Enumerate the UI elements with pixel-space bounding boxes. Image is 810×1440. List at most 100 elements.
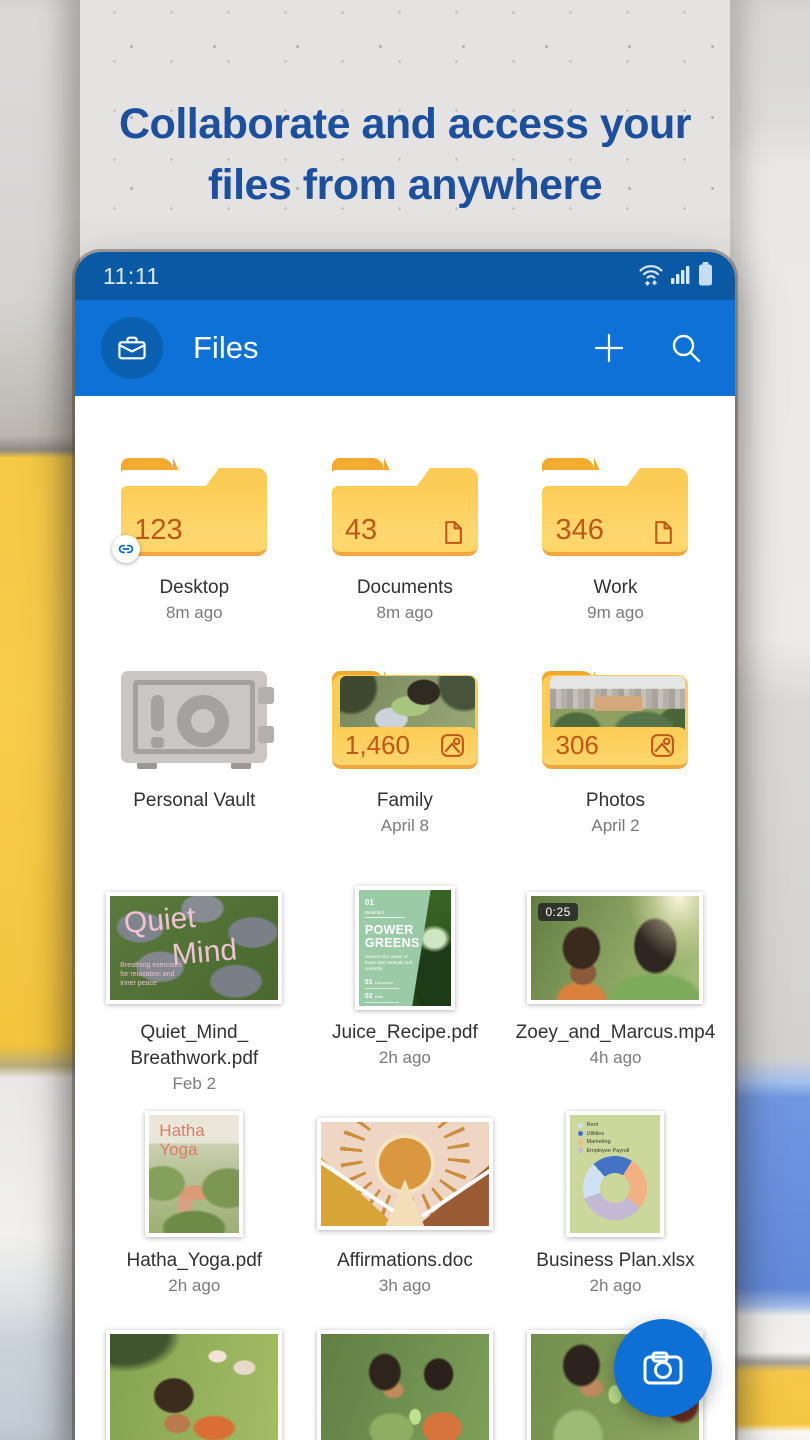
folder-item-count: 123 <box>134 514 182 547</box>
photo-tile[interactable] <box>300 1330 511 1440</box>
search-icon <box>669 331 703 365</box>
folder-item-count: 1,460 <box>345 730 410 761</box>
phone-screen: 11:11 <box>75 252 735 1440</box>
item-meta: April 8 <box>381 814 429 838</box>
item-name: Family <box>377 788 433 814</box>
hero-section: Collaborate and access your files from an… <box>0 94 810 216</box>
background-left-strip <box>0 0 80 1440</box>
search-button[interactable] <box>663 325 709 371</box>
photo-thumbnail <box>317 1330 493 1440</box>
document-icon <box>439 519 466 546</box>
item-meta: 3h ago <box>379 1274 431 1298</box>
family-folder-photo <box>340 676 475 734</box>
status-time: 11:11 <box>103 263 160 290</box>
file-tile-quiet-mind[interactable]: Quiet Mind Breathing exercises for relax… <box>89 886 300 1096</box>
camera-fab-button[interactable] <box>614 1319 712 1417</box>
folder-icon: 43 <box>332 458 478 556</box>
item-meta: 8m ago <box>166 601 223 625</box>
folder-tile-family[interactable]: 1,460 Family April 8 <box>300 671 511 838</box>
folder-item-count: 346 <box>555 514 603 547</box>
hero-headline: Collaborate and access your files from an… <box>0 94 810 216</box>
item-name: Juice_Recipe.pdf <box>332 1020 478 1046</box>
file-thumbnail <box>317 1118 493 1230</box>
thumb-text: HathaYoga <box>159 1121 204 1159</box>
item-name: Documents <box>357 575 453 601</box>
photo-folder-icon: 306 <box>542 671 688 769</box>
thumb-text: POWERGREENS <box>365 924 445 950</box>
file-thumbnail: HathaYoga <box>145 1111 243 1237</box>
item-name: Desktop <box>159 575 229 601</box>
hero-headline-line1: Collaborate and access your <box>119 100 691 148</box>
account-button[interactable] <box>101 317 163 379</box>
item-name: Personal Vault <box>133 788 255 814</box>
item-name: Affirmations.doc <box>337 1248 473 1274</box>
folder-item-count: 43 <box>345 514 377 547</box>
file-thumbnail: Quiet Mind Breathing exercises for relax… <box>106 892 282 1004</box>
document-icon <box>649 519 676 546</box>
folder-tile-photos[interactable]: 306 Photos April 2 <box>510 671 721 838</box>
plus-icon <box>591 330 627 366</box>
item-meta: 9m ago <box>587 601 644 625</box>
thumb-text: Breathing exercises for relaxation and i… <box>120 961 182 988</box>
legend-item: Employee Payroll <box>578 1148 652 1154</box>
thumb-text: 02Kale <box>365 993 399 1003</box>
link-icon <box>117 540 135 558</box>
folder-item-count: 306 <box>555 730 598 761</box>
image-icon <box>439 732 466 759</box>
item-name: Hatha_Yoga.pdf <box>127 1248 263 1274</box>
vault-icon <box>121 671 267 769</box>
signal-icon <box>671 263 691 290</box>
item-name: Zoey_and_Marcus.mp4 <box>516 1020 716 1046</box>
thumb-text: 01Cucumber <box>365 979 399 989</box>
files-grid: 123 Desktop 8m ago <box>75 458 735 1440</box>
personal-vault-tile[interactable]: Personal Vault <box>89 671 300 838</box>
folder-tile-desktop[interactable]: 123 Desktop 8m ago <box>89 458 300 625</box>
donut-chart <box>583 1156 647 1220</box>
file-thumbnail: 01 Breakfast POWERGREENS Harness the pow… <box>355 886 455 1010</box>
spreadsheet-thumbnail: Rent Utilities Marketing Employee Payrol… <box>566 1111 664 1237</box>
folder-tile-work[interactable]: 346 Work 9m ago <box>510 458 721 625</box>
video-thumbnail: 0:25 <box>527 892 703 1004</box>
file-tile-affirmations[interactable]: Affirmations.doc 3h ago <box>300 1110 511 1298</box>
item-meta: Feb 2 <box>173 1072 216 1096</box>
thumb-text: Quiet <box>123 901 197 941</box>
folder-icon: 346 <box>542 458 688 556</box>
item-meta: April 2 <box>591 814 639 838</box>
photo-tile[interactable] <box>89 1330 300 1440</box>
file-tile-business-plan[interactable]: Rent Utilities Marketing Employee Payrol… <box>510 1110 721 1298</box>
add-button[interactable] <box>585 324 633 372</box>
wifi-icon <box>638 262 664 291</box>
page-title: Files <box>193 330 585 366</box>
battery-icon <box>698 262 713 291</box>
item-meta: 4h ago <box>589 1046 641 1070</box>
thumb-text: Harness the power of these vital mineral… <box>365 954 417 972</box>
item-meta: 8m ago <box>377 601 434 625</box>
thumb-text: Breakfast <box>365 910 405 918</box>
item-name: Business Plan.xlsx <box>536 1248 694 1274</box>
shared-link-badge <box>112 535 140 563</box>
background-right-strip <box>730 0 810 1440</box>
item-meta: 2h ago <box>589 1274 641 1298</box>
legend-item: Marketing <box>578 1139 652 1145</box>
photo-folder-icon: 1,460 <box>332 671 478 769</box>
folder-icon: 123 <box>121 458 267 556</box>
item-name: Photos <box>586 788 645 814</box>
hero-headline-line2: files from anywhere <box>208 161 602 209</box>
item-name: Work <box>593 575 637 601</box>
video-duration-badge: 0:25 <box>538 903 577 921</box>
file-tile-zoey-video[interactable]: 0:25 Zoey_and_Marcus.mp4 4h ago <box>510 886 721 1096</box>
thumb-text: 01 <box>365 898 445 907</box>
item-name: Quiet_Mind_Breathwork.pdf <box>130 1020 258 1072</box>
legend-item: Rent <box>578 1122 652 1128</box>
photos-folder-photo <box>550 676 685 734</box>
briefcase-icon <box>101 317 163 379</box>
photo-thumbnail <box>106 1330 282 1440</box>
camera-icon <box>640 1347 686 1389</box>
file-tile-juice-recipe[interactable]: 01 Breakfast POWERGREENS Harness the pow… <box>300 886 511 1096</box>
folder-tile-documents[interactable]: 43 Documents 8m ago <box>300 458 511 625</box>
file-tile-hatha-yoga[interactable]: HathaYoga Hatha_Yoga.pdf 2h ago <box>89 1110 300 1298</box>
item-meta: 2h ago <box>379 1046 431 1070</box>
image-icon <box>649 732 676 759</box>
legend-item: Utilities <box>578 1131 652 1137</box>
item-meta: 2h ago <box>168 1274 220 1298</box>
